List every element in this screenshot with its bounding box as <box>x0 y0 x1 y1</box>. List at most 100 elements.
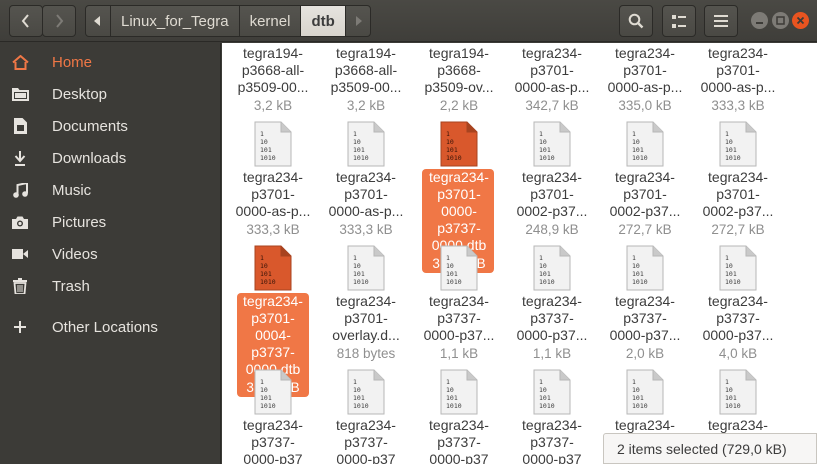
menu-button[interactable] <box>704 5 738 37</box>
file-name: tegra234- p3701- 0000-as-p... <box>235 169 311 219</box>
file-name: tegra234- p3737- 0000-p37 <box>336 417 396 464</box>
binary-file-icon: 1101011010 <box>254 369 292 415</box>
file-glyph-text: 10 <box>260 262 268 270</box>
file-glyph-text: 10 <box>632 386 640 394</box>
sidebar-item-documents[interactable]: Documents <box>0 110 221 142</box>
close-button[interactable] <box>792 12 809 29</box>
file-glyph-text: 10 <box>632 138 640 146</box>
file-glyph-text: 1 <box>539 130 543 138</box>
sidebar-item-music[interactable]: Music <box>0 174 221 206</box>
file-glyph-text: 1010 <box>353 402 369 410</box>
binary-file-icon: 1101011010 <box>626 245 664 291</box>
back-button[interactable] <box>9 5 43 37</box>
file-name: tegra194- p3668-all- p3509-00... <box>330 45 402 95</box>
file-size: 4,0 kB <box>718 346 758 361</box>
file-glyph-text: 10 <box>539 386 547 394</box>
file-glyph-text: 1010 <box>725 402 741 410</box>
header-bar: Linux_for_Tegra kernel dtb <box>0 0 817 42</box>
minimize-button[interactable] <box>751 12 768 29</box>
chevron-left-icon <box>21 14 29 28</box>
file-glyph-text: 10 <box>632 262 640 270</box>
file-glyph-text: 10 <box>539 138 547 146</box>
sidebar-item-label: Desktop <box>52 85 108 103</box>
file-glyph-text: 1010 <box>260 402 276 410</box>
breadcrumb-item-current[interactable]: dtb <box>300 5 346 37</box>
file-name: tegra234- p3737- 0000-p37 <box>429 417 489 464</box>
file-name: tegra234- p3701- 0002-p37... <box>516 169 588 219</box>
file-size: 333,3 kB <box>246 222 300 237</box>
file-size: 333,3 kB <box>339 222 393 237</box>
file-size: 1,1 kB <box>439 346 479 361</box>
search-button[interactable] <box>619 5 653 37</box>
search-icon <box>628 13 644 29</box>
file-size: 818 bytes <box>336 346 396 361</box>
sidebar-item-videos[interactable]: Videos <box>0 238 221 270</box>
file-glyph-text: 1 <box>725 254 729 262</box>
file-glyph-text: 101 <box>260 270 272 278</box>
forward-button[interactable] <box>42 5 76 37</box>
file-glyph-text: 1 <box>353 254 357 262</box>
file-glyph-text: 101 <box>446 394 458 402</box>
sidebar-item-downloads[interactable]: Downloads <box>0 142 221 174</box>
file-glyph-text: 10 <box>446 138 454 146</box>
binary-file-icon: 1101011010 <box>533 245 571 291</box>
binary-file-icon: 1101011010 <box>440 245 478 291</box>
file-glyph-text: 101 <box>725 270 737 278</box>
file-size: 342,7 kB <box>525 98 579 113</box>
file-name: tegra234- p3701- 0000-as-p... <box>700 45 776 95</box>
triangle-right-icon <box>355 16 362 26</box>
file-name: tegra234- p3701- 0004- p3737- 0000.dtb <box>243 293 303 377</box>
breadcrumb-item[interactable]: Linux_for_Tegra <box>110 5 240 37</box>
trash-icon <box>11 278 29 294</box>
sidebar-item-label: Music <box>52 181 92 199</box>
file-size: 2,0 kB <box>625 346 665 361</box>
breadcrumb-scroll-left[interactable] <box>85 5 111 37</box>
file-glyph-text: 1 <box>353 378 357 386</box>
sidebar-item-label: Home <box>52 53 93 71</box>
music-icon <box>11 182 29 198</box>
binary-file-icon: 1101011010 <box>347 245 385 291</box>
binary-file-icon: 1101011010 <box>254 121 292 167</box>
file-glyph-text: 101 <box>632 270 644 278</box>
file-glyph-text: 101 <box>260 146 272 154</box>
sidebar-item-other-locations[interactable]: Other Locations <box>0 311 221 343</box>
file-glyph-text: 1010 <box>353 154 369 162</box>
file-size: 272,7 kB <box>618 222 672 237</box>
file-size: 2,2 kB <box>439 98 479 113</box>
desktop-folder-icon <box>11 86 29 102</box>
triangle-left-icon <box>94 16 100 26</box>
file-name: tegra234- p3701- 0000- p3737- 0000.dtb <box>429 169 489 253</box>
file-glyph-text: 10 <box>446 262 454 270</box>
hamburger-menu-icon <box>714 15 728 27</box>
view-toggle-button[interactable] <box>662 5 696 37</box>
maximize-button[interactable] <box>772 12 789 29</box>
file-glyph-text: 1010 <box>446 154 462 162</box>
binary-file-icon: 1101011010 <box>533 121 571 167</box>
file-name: tegra234- p3737- 0000-p37... <box>609 293 681 343</box>
binary-file-icon: 1101011010 <box>440 369 478 415</box>
sidebar-item-pictures[interactable]: Pictures <box>0 206 221 238</box>
sidebar-item-trash[interactable]: Trash <box>0 270 221 302</box>
file-glyph-text: 10 <box>725 386 733 394</box>
list-view-icon <box>672 14 686 28</box>
file-size: 272,7 kB <box>711 222 765 237</box>
file-glyph-text: 101 <box>725 146 737 154</box>
binary-file-icon: 1101011010 <box>347 121 385 167</box>
breadcrumb-scroll-right[interactable] <box>344 5 371 37</box>
file-name: tegra234- p3737- 0000-p37... <box>516 293 588 343</box>
sidebar-item-home[interactable]: Home <box>0 46 221 78</box>
maximize-icon <box>776 16 785 25</box>
file-glyph-text: 1010 <box>632 154 648 162</box>
file-size: 335,0 kB <box>618 98 672 113</box>
file-glyph-text: 101 <box>353 394 365 402</box>
file-name: tegra234- p3701- 0000-as-p... <box>514 45 590 95</box>
file-glyph-text: 10 <box>725 138 733 146</box>
sidebar-item-desktop[interactable]: Desktop <box>0 78 221 110</box>
file-glyph-text: 10 <box>260 386 268 394</box>
binary-file-icon: 1101011010 <box>719 121 757 167</box>
breadcrumb-item[interactable]: kernel <box>238 5 302 37</box>
file-glyph-text: 101 <box>446 146 458 154</box>
file-glyph-text: 101 <box>539 394 551 402</box>
sidebar-item-label: Documents <box>52 117 128 135</box>
binary-file-icon: 1101011010 <box>626 121 664 167</box>
